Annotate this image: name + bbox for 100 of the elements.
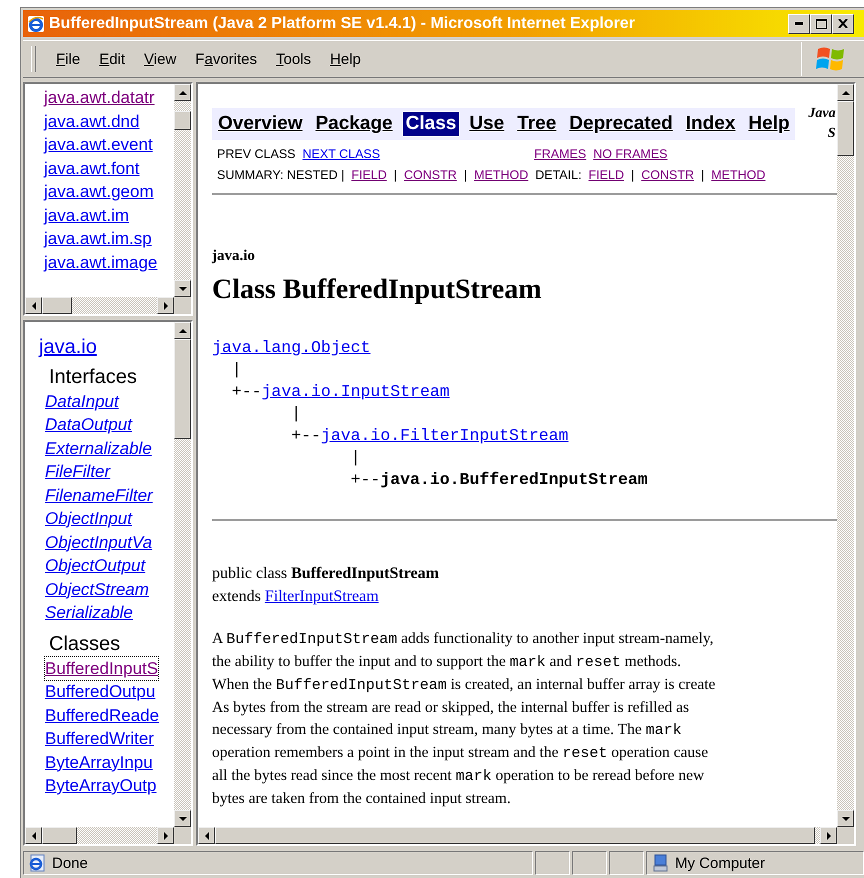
nav-link[interactable]: Overview xyxy=(215,112,306,136)
namespace-link[interactable]: java.awt.geom xyxy=(44,180,154,204)
type-link[interactable]: ByteArrayOutp xyxy=(45,774,156,798)
namespace-link[interactable]: java.awt.dnd xyxy=(44,110,140,133)
menu-item[interactable]: Help xyxy=(322,48,369,70)
namespace-link[interactable]: java.awt.im xyxy=(44,204,130,227)
close-icon xyxy=(838,19,848,28)
namespace-link[interactable]: java.awt.event xyxy=(44,133,153,156)
scrollbar-thumb[interactable] xyxy=(174,111,191,130)
interface-link[interactable]: Externalizable xyxy=(45,436,152,460)
scroll-left-button[interactable] xyxy=(25,297,42,314)
menu-item[interactable]: File xyxy=(48,48,88,70)
interface-link[interactable]: FileFilter xyxy=(45,460,110,484)
tree-connector: +-- xyxy=(230,382,262,401)
scrollbar-thumb[interactable] xyxy=(42,297,72,314)
interface-link[interactable]: ObjectInput xyxy=(45,507,132,530)
namespace-link[interactable]: java.awt.im.sp xyxy=(44,227,152,250)
nav-label: DETAIL: xyxy=(535,167,582,184)
nav-link[interactable]: NO FRAMES xyxy=(593,144,668,165)
nav-link[interactable]: METHOD xyxy=(711,165,766,186)
zone-text: My Computer xyxy=(675,854,766,872)
class-signature: public class BufferedInputStream xyxy=(212,564,440,584)
windows-logo-icon xyxy=(816,45,846,73)
type-link[interactable]: BufferedOutpu xyxy=(45,680,156,704)
namespace-link[interactable]: java.io xyxy=(39,336,97,360)
class-description: A BufferedInputStream adds functionality to another input stream-namely, the ability to buffer the input and to support the mark and reset methods. When the BufferedInputStream is created, an internal buffer array is create As bytes from the stream are read or skipped, the internal buffer is refilled as necessary from the contained input stream, many bytes at a time. The mark operation remembers a point in the input stream and the reset operation cause all the bytes read since the most recent mark operation to be reread before new bytes are taken from the contained input stream. xyxy=(212,629,716,809)
scroll-up-button[interactable] xyxy=(174,84,191,101)
nav-label: | xyxy=(630,167,634,184)
status-text: Done xyxy=(52,854,88,872)
ancestor-link[interactable]: java.io.InputStream xyxy=(262,382,450,401)
interface-link[interactable]: ObjectInputVa xyxy=(45,530,152,554)
minimize-button[interactable] xyxy=(788,14,810,34)
nav-link[interactable]: Tree xyxy=(514,112,560,136)
interface-link[interactable]: DataInput xyxy=(45,390,119,413)
right-arrow-icon xyxy=(824,830,832,840)
page-icon xyxy=(28,854,46,872)
nav-link[interactable]: NEXT CLASS xyxy=(302,144,380,165)
ancestor-link[interactable]: java.lang.Object xyxy=(212,338,370,357)
namespace-link[interactable]: java.awt.datatr xyxy=(44,86,155,110)
nav-label: SUMMARY: NESTED | xyxy=(217,167,344,184)
browser-icon xyxy=(27,14,45,32)
tree-connector: | xyxy=(290,404,302,423)
menu-item[interactable]: Favorites xyxy=(187,48,265,70)
nav-link[interactable]: FIELD xyxy=(351,165,387,186)
superclass-link[interactable]: FilterInputStream xyxy=(264,588,379,605)
status-panel xyxy=(609,851,644,875)
menu-item[interactable]: Tools xyxy=(268,48,320,70)
scroll-left-button[interactable] xyxy=(25,827,42,844)
status-panel xyxy=(572,851,607,875)
nav-link[interactable]: Package xyxy=(312,112,396,136)
nav-link[interactable]: CONSTR xyxy=(641,165,694,186)
nav-label: | xyxy=(394,167,398,184)
nav-link[interactable]: Use xyxy=(466,112,508,136)
platform-label: Java xyxy=(808,105,836,123)
minimize-icon xyxy=(795,22,803,25)
ancestor-link[interactable]: java.io.FilterInputStream xyxy=(320,426,568,445)
nav-link[interactable]: Deprecated xyxy=(566,112,676,136)
scroll-right-button[interactable] xyxy=(157,827,174,844)
nav-link[interactable]: Index xyxy=(682,112,738,136)
nav-link[interactable]: FRAMES xyxy=(534,144,586,165)
scrollbar-corner xyxy=(174,827,191,844)
nav-link[interactable]: Class xyxy=(402,112,460,136)
scroll-down-button[interactable] xyxy=(174,280,191,297)
up-arrow-icon xyxy=(178,88,188,96)
maximize-icon xyxy=(816,18,826,28)
right-arrow-icon xyxy=(162,830,170,840)
namespace-link[interactable]: java.awt.image xyxy=(44,250,158,274)
namespace-link[interactable]: java.awt.font xyxy=(44,156,140,180)
type-link[interactable]: BufferedWriter xyxy=(45,727,154,750)
close-button[interactable] xyxy=(832,14,854,34)
computer-icon xyxy=(651,854,669,872)
scroll-down-button[interactable] xyxy=(174,810,191,827)
scroll-right-button[interactable] xyxy=(157,297,174,314)
scroll-up-button[interactable] xyxy=(837,84,854,101)
interface-link[interactable]: FilenameFilter xyxy=(45,484,153,507)
type-link[interactable]: BufferedInputS xyxy=(45,656,158,680)
menu-item[interactable]: Edit xyxy=(91,48,134,70)
interface-link[interactable]: Serializable xyxy=(45,601,133,624)
interface-link[interactable]: DataOutput xyxy=(45,413,132,436)
scroll-left-button[interactable] xyxy=(198,827,215,844)
nav-link[interactable]: CONSTR xyxy=(404,165,457,186)
interface-link[interactable]: ObjectStream xyxy=(45,578,149,601)
menu-item[interactable]: View xyxy=(136,48,184,70)
scroll-up-button[interactable] xyxy=(174,322,191,339)
scroll-right-button[interactable] xyxy=(820,827,837,844)
type-link[interactable]: ByteArrayInpu xyxy=(45,750,153,774)
maximize-button[interactable] xyxy=(810,14,832,34)
interface-link[interactable]: ObjectOutput xyxy=(45,554,146,578)
up-arrow-icon xyxy=(178,326,188,334)
nav-link[interactable]: Help xyxy=(745,112,793,136)
tree-connector: +-- xyxy=(290,426,321,445)
scrollbar-thumb[interactable] xyxy=(174,339,191,439)
type-link[interactable]: BufferedReade xyxy=(45,704,160,727)
left-arrow-icon xyxy=(30,300,38,310)
platform-label: S xyxy=(828,125,836,143)
nav-link[interactable]: FIELD xyxy=(588,165,624,186)
scroll-down-button[interactable] xyxy=(837,810,854,827)
scrollbar-thumb[interactable] xyxy=(42,827,77,844)
scrollbar-thumb[interactable] xyxy=(837,101,854,156)
nav-link[interactable]: METHOD xyxy=(474,165,528,186)
